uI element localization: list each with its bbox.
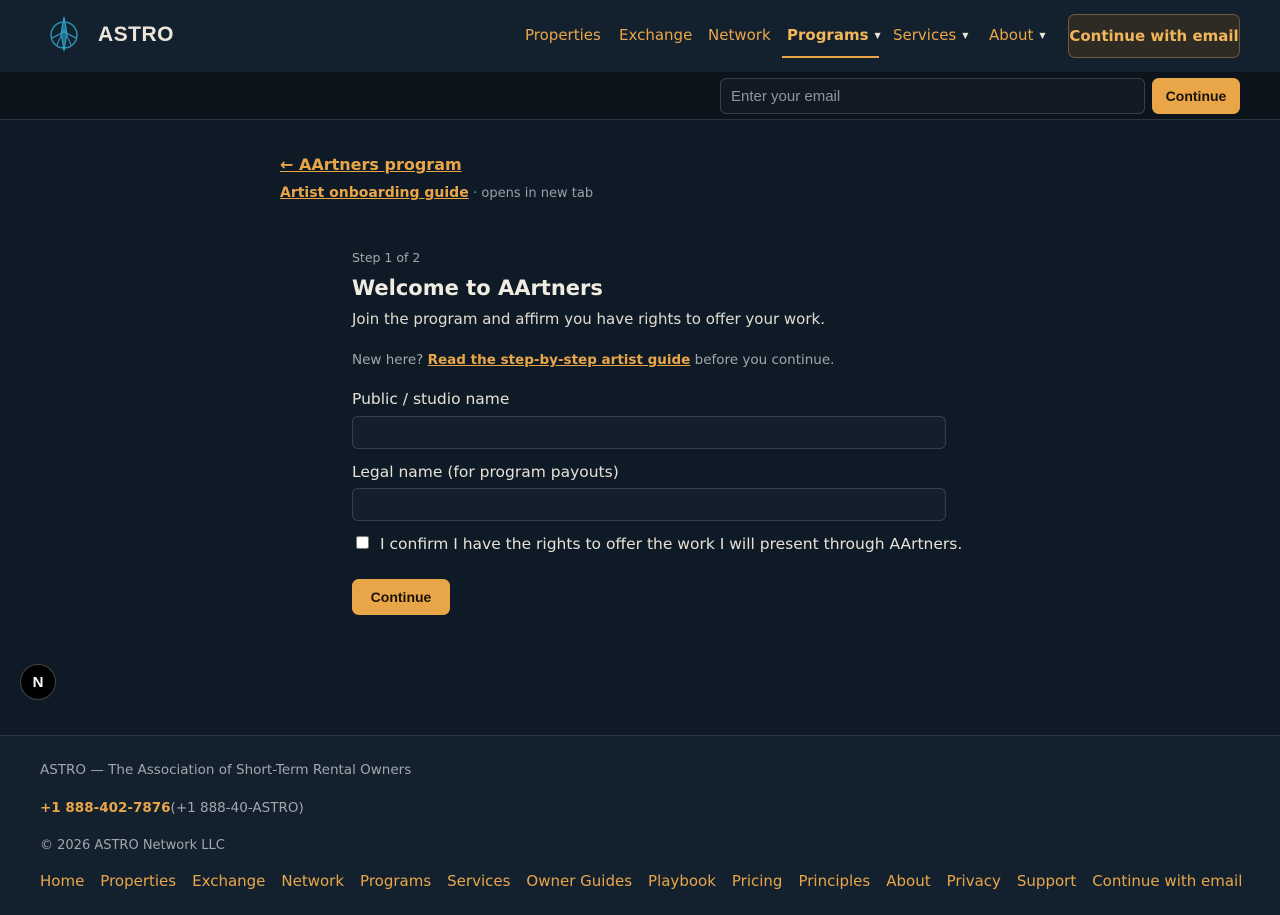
nav-about-label: About [989,26,1034,44]
rights-confirm-label[interactable]: I confirm I have the rights to offer the… [380,535,962,553]
site-footer: ASTRO — The Association of Short-Term Re… [0,735,1280,915]
footer-link-exchange[interactable]: Exchange [192,872,265,890]
rights-confirm-checkbox[interactable] [356,536,369,549]
new-here-notice: New here? Read the step-by-step artist g… [352,352,834,368]
footer-link-principles[interactable]: Principles [798,872,870,890]
footer-phone: +1 888-402-7876(+1 888-40-ASTRO) [40,800,304,816]
nav-programs-label: Programs [787,26,869,44]
nav-exchange[interactable]: Exchange [619,26,692,44]
continue-with-email-button[interactable]: Continue with email [1068,14,1240,58]
footer-link-properties[interactable]: Properties [100,872,176,890]
nav-about[interactable]: About ▼ [989,26,1046,44]
email-continue-button[interactable]: Continue [1152,78,1240,114]
back-to-program-link[interactable]: ← AArtners program [280,155,462,174]
caret-down-icon: ▼ [874,31,881,40]
step-by-step-guide-link[interactable]: Read the step-by-step artist guide [428,352,691,368]
continue-button[interactable]: Continue [352,579,450,615]
page-title: Welcome to AArtners [352,276,603,300]
footer-link-privacy[interactable]: Privacy [947,872,1001,890]
step-indicator: Step 1 of 2 [352,250,421,265]
footer-link-pricing[interactable]: Pricing [732,872,783,890]
nav-network[interactable]: Network [708,26,771,44]
new-here-prefix: New here? [352,352,424,368]
site-header: ASTRO Properties Exchange Network Progra… [0,0,1280,72]
guide-row: Artist onboarding guide · opens in new t… [280,185,593,201]
compass-star-icon[interactable] [48,16,80,52]
nav-programs[interactable]: Programs ▼ [787,26,881,44]
email-input[interactable] [720,78,1145,114]
nav-services[interactable]: Services ▼ [893,26,968,44]
nav-services-label: Services [893,26,957,44]
caret-down-icon: ▼ [962,31,969,40]
footer-nav: Home Properties Exchange Network Program… [40,872,1242,890]
caret-down-icon: ▼ [1039,31,1046,40]
active-nav-indicator [782,56,879,58]
page-subtitle: Join the program and affirm you have rig… [352,310,825,328]
footer-link-network[interactable]: Network [281,872,344,890]
new-here-suffix: before you continue. [694,352,835,368]
footer-phone-link[interactable]: +1 888-402-7876 [40,800,171,816]
dev-tools-badge[interactable]: N [20,664,56,700]
footer-phone-alt: (+1 888-40-ASTRO) [170,800,304,816]
public-name-input[interactable] [352,416,946,449]
footer-tagline: ASTRO — The Association of Short-Term Re… [40,762,412,778]
email-bar: Continue [0,72,1280,120]
footer-link-home[interactable]: Home [40,872,84,890]
new-tab-note: · opens in new tab [473,186,594,201]
footer-link-continue-with-email[interactable]: Continue with email [1092,872,1242,890]
footer-link-programs[interactable]: Programs [360,872,431,890]
footer-copyright: © 2026 ASTRO Network LLC [40,838,225,853]
footer-link-playbook[interactable]: Playbook [648,872,716,890]
artist-guide-link[interactable]: Artist onboarding guide [280,185,469,201]
footer-link-support[interactable]: Support [1017,872,1076,890]
legal-name-label: Legal name (for program payouts) [352,463,619,481]
footer-link-services[interactable]: Services [447,872,510,890]
legal-name-input[interactable] [352,488,946,521]
nav-properties[interactable]: Properties [525,26,601,44]
footer-link-about[interactable]: About [886,872,930,890]
brand-name[interactable]: ASTRO [98,23,174,47]
public-name-label: Public / studio name [352,390,510,408]
footer-link-owner-guides[interactable]: Owner Guides [526,872,632,890]
